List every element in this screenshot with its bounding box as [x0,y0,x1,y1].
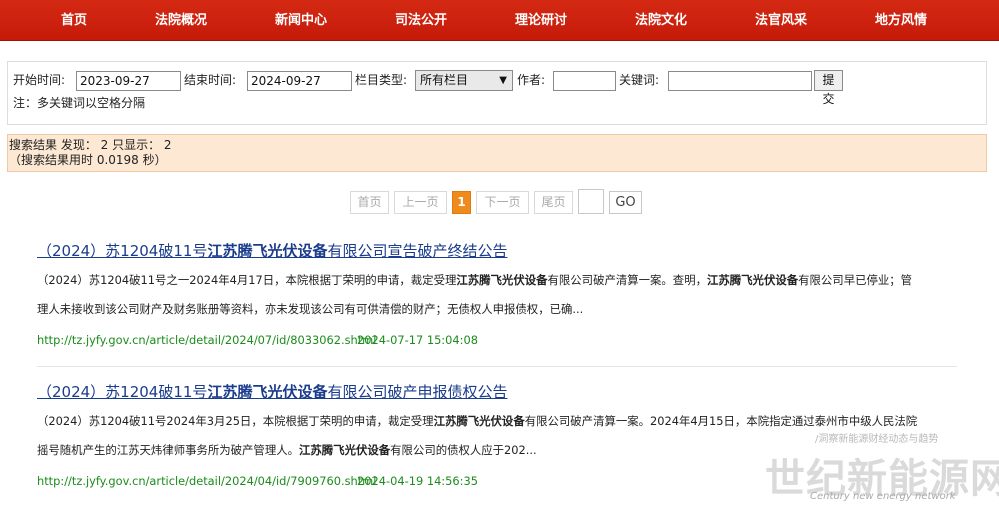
nav-item-theory-research[interactable]: 理论研讨 [508,0,574,41]
top-nav-bar: 首页 法院概况 新闻中心 司法公开 理论研讨 法院文化 法官风采 地方风情 [0,0,999,41]
author-input[interactable] [553,71,616,91]
end-time-label: 结束时间: [184,73,237,87]
desc-highlight: 江苏腾飞光伏设备 [299,443,391,457]
nav-item-court-culture[interactable]: 法院文化 [628,0,694,41]
result-title-link[interactable]: （2024）苏1204破11号江苏腾飞光伏设备有限公司破产申报债权公告 [37,381,507,402]
desc-text: 理人未接收到该公司财产及财务账册等资料，亦未发现该公司有可供清偿的财产；无债权人… [37,302,584,316]
desc-text: （2024）苏1204破11号2024年3月25日，本院根据丁荣明的申请，裁定受… [37,414,434,428]
end-time-input[interactable] [247,71,352,91]
result-title-prefix: （2024）苏1204破11号 [37,242,208,260]
nav-item-judge-style[interactable]: 法官风采 [748,0,814,41]
result-title-highlight: 江苏腾飞光伏设备 [207,242,328,260]
search-note: 注：多关键词以空格分隔 [13,96,146,110]
result-title-suffix: 有限公司宣告破产终结公告 [327,242,508,260]
submit-button[interactable]: 提交 [814,70,843,106]
search-result-summary: 搜索结果 发现： 2 只显示： 2 （搜索结果用时 0.0198 秒） [7,134,987,172]
desc-text: 有限公司早已停业；管 [798,273,913,287]
column-type-select[interactable]: 所有栏目 ▼ [415,70,513,91]
nav-item-local-customs[interactable]: 地方风情 [868,0,934,41]
desc-text: 有限公司的债权人应于202... [390,443,537,457]
result-timestamp: 2024-07-17 15:04:08 [357,333,478,347]
pager-first-button[interactable]: 首页 [350,191,389,214]
keyword-label: 关键词: [619,73,660,87]
nav-item-news-center[interactable]: 新闻中心 [268,0,334,41]
pager-prev-button[interactable]: 上一页 [394,191,447,214]
pager-next-button[interactable]: 下一页 [476,191,529,214]
nav-item-court-overview[interactable]: 法院概况 [148,0,214,41]
watermark-subtitle: /洞察新能源财经动态与趋势 [815,434,939,445]
result-description: （2024）苏1204破11号之一2024年4月17日，本院根据丁荣明的申请，裁… [37,266,952,324]
nav-item-judicial-disclosure[interactable]: 司法公开 [388,0,454,41]
pager-current-page[interactable]: 1 [452,191,471,214]
result-timestamp: 2024-04-19 14:56:35 [357,474,478,488]
watermark-english: Century new energy network [810,491,956,502]
pager-page-input[interactable] [578,189,604,214]
desc-text: （2024）苏1204破11号之一2024年4月17日，本院根据丁荣明的申请，裁… [37,273,457,287]
desc-highlight: 江苏腾飞光伏设备 [706,273,799,287]
column-type-label: 栏目类型: [355,73,408,87]
start-time-input[interactable] [76,71,181,91]
desc-text: 有限公司破产清算一案。查明， [547,273,707,287]
desc-highlight: 江苏腾飞光伏设备 [456,273,548,287]
search-panel: 开始时间: 结束时间: 栏目类型: 所有栏目 ▼ 作者: 关键词: 提交 注：多… [7,61,987,125]
result-url-link[interactable]: http://tz.jyfy.gov.cn/article/detail/202… [37,474,376,488]
keyword-input[interactable] [668,71,812,91]
result-title-suffix: 有限公司破产申报债权公告 [327,383,508,401]
desc-text: 摇号随机产生的江苏天炜律师事务所为破产管理人。 [37,443,299,457]
desc-text: 有限公司破产清算一案。2024年4月15日，本院指定通过泰州市中级人民法院 [524,414,918,428]
desc-highlight: 江苏腾飞光伏设备 [433,414,525,428]
pager-go-button[interactable]: GO [609,191,642,214]
chevron-down-icon: ▼ [499,75,507,86]
result-title-highlight: 江苏腾飞光伏设备 [207,383,328,401]
pager-last-button[interactable]: 尾页 [534,191,573,214]
author-label: 作者: [517,73,546,87]
result-url-link[interactable]: http://tz.jyfy.gov.cn/article/detail/202… [37,333,376,347]
result-divider [37,366,957,367]
result-title-link[interactable]: （2024）苏1204破11号江苏腾飞光伏设备有限公司宣告破产终结公告 [37,240,507,261]
result-title-prefix: （2024）苏1204破11号 [37,383,208,401]
start-time-label: 开始时间: [13,73,66,87]
result-count-text: 搜索结果 发现： 2 只显示： 2 [9,138,172,152]
result-time-text: （搜索结果用时 0.0198 秒） [9,153,167,167]
column-type-value: 所有栏目 [420,73,469,87]
nav-item-home[interactable]: 首页 [45,0,103,41]
